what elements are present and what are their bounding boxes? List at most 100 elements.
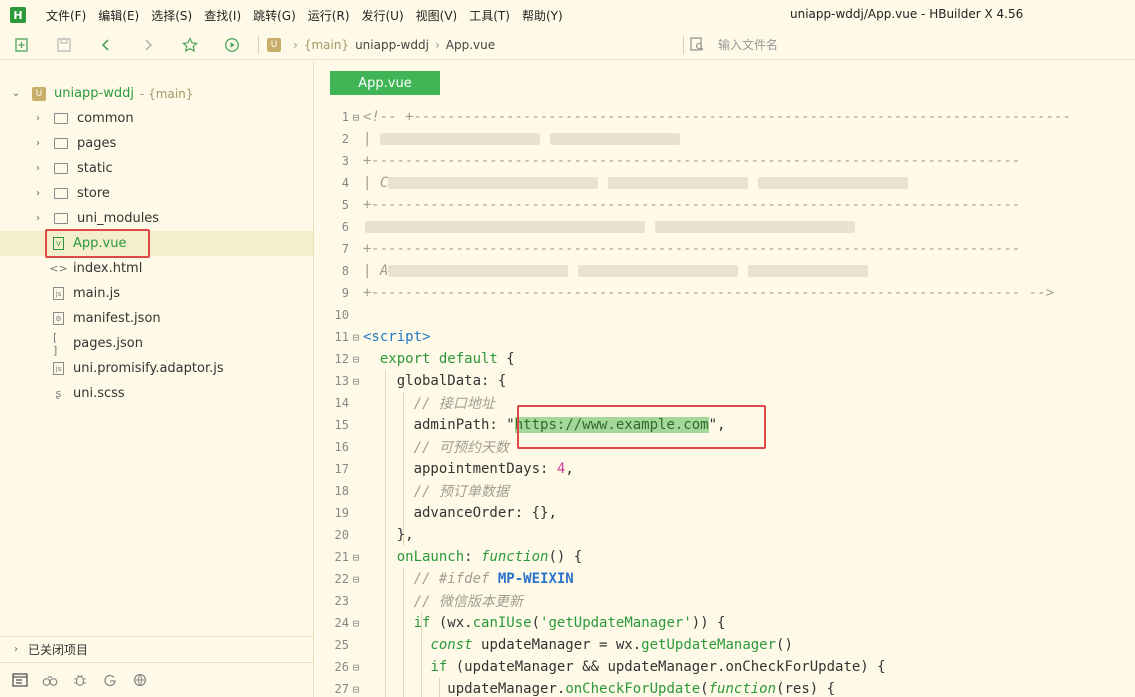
file-search-input[interactable] [718, 36, 918, 54]
fold-icon[interactable]: ⊟ [349, 551, 363, 564]
breadcrumb-project[interactable]: uniapp-wddj [355, 38, 429, 52]
code-line: 24 ⊟ if (wx. canIUse('getUpdateManager'))… [334, 615, 726, 631]
code-line: 23 // 微信版本更新 [334, 594, 523, 610]
code-line: 19 advanceOrder: {}, [334, 505, 557, 521]
menu-view[interactable]: 视图(V) [410, 7, 464, 24]
fold-icon[interactable]: ⊟ [349, 617, 363, 630]
menu-tools[interactable]: 工具(T) [463, 7, 516, 24]
fold-icon[interactable]: ⊟ [349, 573, 363, 586]
breadcrumb-file[interactable]: App.vue [446, 38, 495, 52]
code-line: 8 | A [315, 260, 1135, 282]
fold-icon[interactable]: ⊟ [349, 353, 363, 366]
redacted-text [549, 133, 680, 145]
redacted-text [388, 265, 569, 277]
tree-item-main-js[interactable]: js main.js [0, 281, 313, 306]
fold-icon[interactable]: ⊟ [349, 111, 363, 124]
folder-icon [54, 138, 68, 149]
chevron-right-icon[interactable]: › [32, 163, 44, 174]
project-name: uniapp-wddj [54, 86, 134, 101]
binoculars-icon[interactable] [40, 670, 60, 690]
redacted-text [365, 221, 645, 233]
git-icon[interactable] [100, 670, 120, 690]
html-file-icon: <> [49, 262, 68, 275]
toolbar: U › {main} uniapp-wddj › App.vue [0, 30, 1135, 60]
tree-item-label: uni_modules [77, 211, 160, 226]
menu-goto[interactable]: 跳转(G) [247, 7, 302, 24]
chevron-down-icon[interactable]: ⌄ [10, 88, 22, 99]
menu-select[interactable]: 选择(S) [145, 7, 198, 24]
hbuilder-logo-icon: H [10, 7, 26, 23]
project-explorer: ⌄ U uniapp-wddj - {main} › common › page… [0, 61, 314, 697]
tree-item-index-html[interactable]: <> index.html [0, 256, 313, 281]
title-bar: H 文件(F) 编辑(E) 选择(S) 查找(I) 跳转(G) 运行(R) 发行… [0, 0, 1135, 30]
chevron-right-icon[interactable]: › [32, 213, 44, 224]
menu-publish[interactable]: 发行(U) [356, 7, 410, 24]
fold-icon[interactable]: ⊟ [349, 661, 363, 674]
code-editor[interactable]: App.vue 1 ⊟ <!-- +----------------------… [315, 61, 1135, 697]
js-file-icon: js [53, 287, 64, 300]
chevron-right-icon[interactable]: › [32, 188, 44, 199]
tree-root-project[interactable]: ⌄ U uniapp-wddj - {main} [0, 81, 313, 106]
favorite-icon[interactable] [181, 36, 199, 54]
code-line: 25 const updateManager = wx. getUpdateMan… [334, 637, 793, 653]
run-icon[interactable] [223, 36, 241, 54]
tree-item-store[interactable]: › store [0, 181, 313, 206]
code-line: 9 +-------------------------------------… [341, 285, 1055, 301]
code-line: 12 ⊟ export default { [334, 351, 515, 367]
folder-icon [54, 163, 68, 174]
project-icon: U [32, 86, 46, 101]
chevron-right-icon[interactable]: › [32, 113, 44, 124]
save-icon[interactable] [55, 36, 73, 54]
closed-projects-section[interactable]: › 已关闭项目 [0, 636, 313, 661]
tree-item-pages-json[interactable]: [ ] pages.json [0, 331, 313, 357]
project-icon: U [267, 37, 281, 52]
forward-icon[interactable] [139, 36, 157, 54]
code-area[interactable]: 1 ⊟ <!-- +------------------------------… [315, 106, 1135, 697]
new-file-icon[interactable] [13, 36, 31, 54]
redacted-text [655, 221, 855, 233]
plugin-icon[interactable] [130, 670, 150, 690]
code-line: 2 | [315, 128, 1135, 150]
code-line: 5 +-------------------------------------… [341, 197, 1021, 213]
menu-edit[interactable]: 编辑(E) [92, 7, 145, 24]
closed-projects-label: 已关闭项目 [28, 642, 89, 657]
tree-item-label: index.html [73, 261, 143, 276]
menu-help[interactable]: 帮助(Y) [516, 7, 569, 24]
fold-icon[interactable]: ⊟ [349, 683, 363, 696]
fold-icon[interactable]: ⊟ [349, 375, 363, 388]
tree-item-uni-scss[interactable]: ʂ uni.scss [0, 381, 313, 406]
chevron-right-icon[interactable]: › [10, 644, 22, 655]
tree-item-pages[interactable]: › pages [0, 131, 313, 156]
menu-file[interactable]: 文件(F) [40, 7, 92, 24]
redacted-text [758, 177, 909, 189]
menu-bar: 文件(F) 编辑(E) 选择(S) 查找(I) 跳转(G) 运行(R) 发行(U… [40, 7, 569, 24]
chevron-right-icon[interactable]: › [32, 138, 44, 149]
tree-item-label: pages [77, 136, 117, 151]
tree-item-uni-modules[interactable]: › uni_modules [0, 206, 313, 231]
back-icon[interactable] [97, 36, 115, 54]
tree-item-static[interactable]: › static [0, 156, 313, 181]
redacted-text [608, 177, 749, 189]
bug-icon[interactable] [70, 670, 90, 690]
redacted-text [748, 265, 869, 277]
code-line: 22 ⊟ // #ifdef MP-WEIXIN [334, 571, 574, 587]
tree-item-promisify-js[interactable]: js uni.promisify.adaptor.js [0, 356, 313, 381]
file-search-icon [690, 37, 706, 53]
tree-item-manifest-json[interactable]: ⚙ manifest.json [0, 306, 313, 331]
code-line: 1 ⊟ <!-- +------------------------------… [341, 109, 1072, 125]
menu-find[interactable]: 查找(I) [198, 7, 247, 24]
code-line: 3 +-------------------------------------… [341, 153, 1021, 169]
menu-run[interactable]: 运行(R) [302, 7, 356, 24]
tree-item-common[interactable]: › common [0, 106, 313, 131]
code-line: 21 ⊟ onLaunch: function() { [334, 549, 583, 565]
editor-tab-app-vue[interactable]: App.vue [330, 71, 440, 95]
admin-path-annotation-box [517, 405, 766, 449]
folder-icon [54, 113, 68, 124]
breadcrumb-branch[interactable]: {main} [304, 38, 349, 52]
scss-file-icon: ʂ [55, 387, 62, 400]
project-manager-icon[interactable] [10, 670, 30, 690]
window-title: uniapp-wddj/App.vue - HBuilder X 4.56 [790, 7, 1024, 21]
fold-icon[interactable]: ⊟ [349, 331, 363, 344]
code-line: 10 [334, 308, 349, 322]
folder-icon [54, 188, 68, 199]
